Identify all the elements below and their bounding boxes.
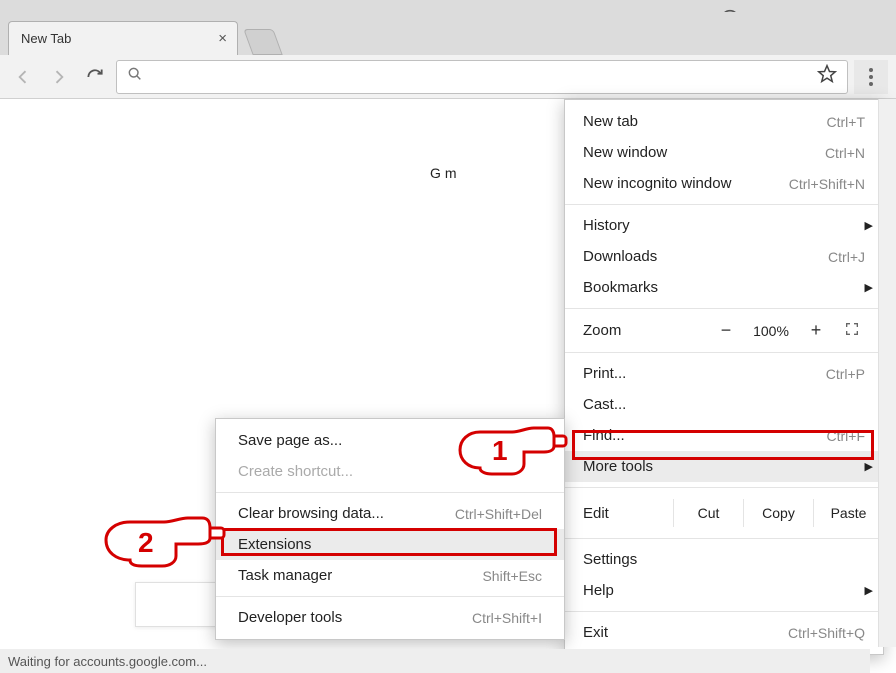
fullscreen-icon[interactable] [833,321,871,341]
zoom-out-button[interactable]: − [709,320,743,341]
status-bar: Waiting for accounts.google.com... [0,649,870,673]
status-text: Waiting for accounts.google.com... [8,654,207,669]
menu-history[interactable]: History▶ [565,210,883,241]
submenu-clear-data[interactable]: Clear browsing data...Ctrl+Shift+Del [216,498,564,529]
tab-title: New Tab [21,31,71,46]
gmail-link-partial[interactable]: Gm [430,165,461,181]
chevron-right-icon: ▶ [865,460,873,473]
more-tools-submenu: Save page as... Create shortcut... Clear… [215,418,565,640]
menu-incognito[interactable]: New incognito windowCtrl+Shift+N [565,168,883,199]
menu-bookmarks[interactable]: Bookmarks▶ [565,272,883,303]
back-button[interactable] [8,62,38,92]
reload-button[interactable] [80,62,110,92]
bookmark-star-icon[interactable] [817,64,837,90]
chevron-right-icon: ▶ [865,219,873,232]
vertical-scrollbar[interactable] [878,99,896,647]
submenu-create-shortcut: Create shortcut... [216,456,564,487]
tab-new-tab[interactable]: New Tab × [8,21,238,55]
menu-new-window[interactable]: New windowCtrl+N [565,137,883,168]
submenu-task-manager[interactable]: Task managerShift+Esc [216,560,564,591]
menu-zoom: Zoom − 100% + [565,314,883,347]
edit-copy-button[interactable]: Copy [743,499,813,527]
submenu-dev-tools[interactable]: Developer toolsCtrl+Shift+I [216,602,564,633]
three-dots-icon [869,68,873,86]
menu-exit[interactable]: ExitCtrl+Shift+Q [565,617,883,648]
menu-downloads[interactable]: DownloadsCtrl+J [565,241,883,272]
chevron-right-icon: ▶ [865,584,873,597]
menu-print[interactable]: Print...Ctrl+P [565,358,883,389]
submenu-extensions[interactable]: Extensions [216,529,564,560]
menu-settings[interactable]: Settings [565,544,883,575]
edit-cut-button[interactable]: Cut [673,499,743,527]
chevron-right-icon: ▶ [865,281,873,294]
menu-more-tools[interactable]: More tools▶ [565,451,883,482]
menu-cast[interactable]: Cast... [565,389,883,420]
menu-edit-row: Edit Cut Copy Paste [565,493,883,533]
menu-help[interactable]: Help▶ [565,575,883,606]
address-bar[interactable] [116,60,848,94]
toolbar [0,55,896,99]
forward-button[interactable] [44,62,74,92]
zoom-value: 100% [743,323,799,339]
zoom-in-button[interactable]: + [799,320,833,341]
edit-paste-button[interactable]: Paste [813,499,883,527]
tab-close-icon[interactable]: × [218,30,227,47]
submenu-save-page[interactable]: Save page as... [216,425,564,456]
menu-find[interactable]: Find...Ctrl+F [565,420,883,451]
chrome-menu: New tabCtrl+T New windowCtrl+N New incog… [564,99,884,655]
menu-new-tab[interactable]: New tabCtrl+T [565,106,883,137]
new-tab-button[interactable] [243,29,282,55]
tab-strip: New Tab × [0,12,896,55]
chrome-menu-button[interactable] [854,60,888,94]
search-icon [127,66,143,87]
